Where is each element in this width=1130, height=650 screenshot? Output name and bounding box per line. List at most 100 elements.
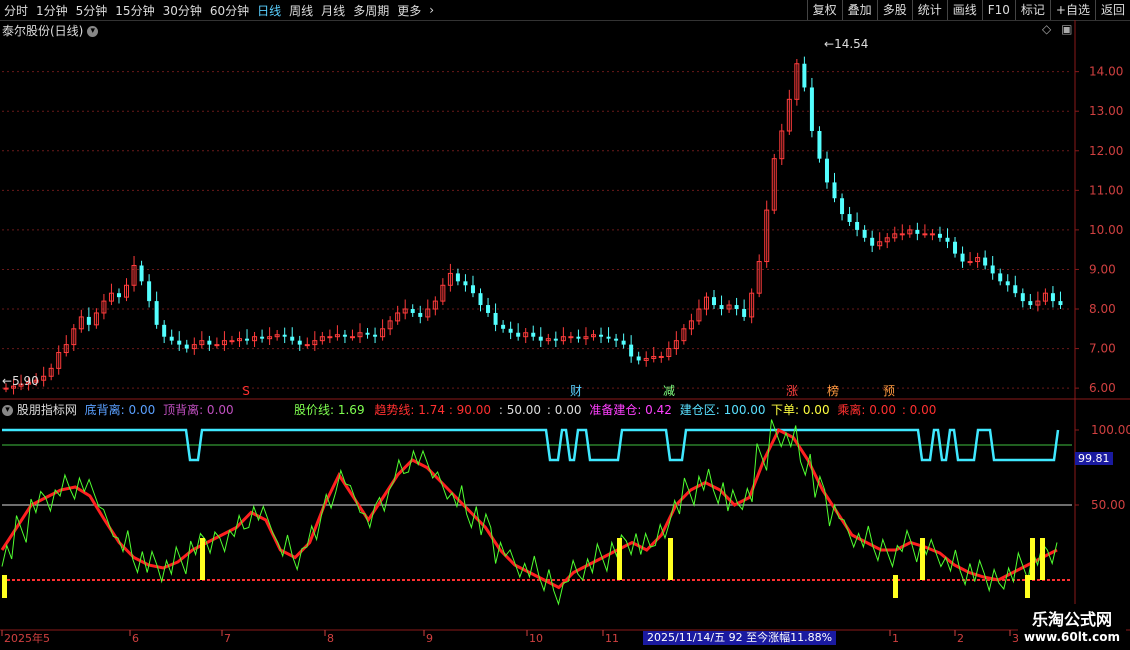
event-marker: 涨 xyxy=(786,383,798,398)
event-marker: 财 xyxy=(570,384,582,398)
candle-body xyxy=(229,340,235,343)
arrow-left-icon: ← xyxy=(824,37,835,51)
price-chart[interactable]: 14.00 13.00 12.00 11.00 10.00 9.00 8.00 7.00 6.0… xyxy=(0,20,1130,650)
period-list: 分时 1分钟 5分钟 15分钟 30分钟 60分钟 日线 周线 月线 多周期 更多 › xyxy=(0,0,438,20)
candle-body xyxy=(621,340,626,345)
site-watermark: 乐淘公式网 www.60lt.com xyxy=(1017,604,1126,646)
toolbar-button-6[interactable]: 标记 xyxy=(1014,0,1050,20)
indicator-values-row: 股价线: 1.69 趋势线: 1.74 : 90.00 : 50.00 : 0.… xyxy=(294,401,766,418)
candle-body xyxy=(1058,301,1063,306)
period-tab-7[interactable]: 周线 xyxy=(285,2,317,19)
diamond-icon[interactable]: ◇ xyxy=(1042,22,1051,36)
candle-body xyxy=(629,344,634,357)
period-tab-6[interactable]: 日线 xyxy=(253,2,285,19)
order-bar xyxy=(1040,538,1045,580)
watermark-title: 乐淘公式网 xyxy=(1031,610,1112,629)
chevron-down-icon[interactable]: ▾ xyxy=(87,26,99,37)
order-bar xyxy=(893,575,898,598)
indicator-tick-label: 100.00 xyxy=(1091,423,1130,437)
toolbar-button-2[interactable]: 多股 xyxy=(876,0,912,20)
order-bar xyxy=(668,538,673,580)
toolbar-button-7[interactable]: +自选 xyxy=(1049,0,1095,20)
indicator-name[interactable]: 股朋指标网 xyxy=(17,403,77,417)
candle-body xyxy=(162,324,167,337)
period-tab-9[interactable]: 多周期 xyxy=(349,2,393,19)
watermark-url: www.60lt.com xyxy=(1023,630,1120,644)
period-tab-3[interactable]: 15分钟 xyxy=(111,2,158,19)
period-tab-5[interactable]: 60分钟 xyxy=(206,2,253,19)
candle-body xyxy=(862,229,867,238)
toolbar-button-8[interactable]: 返回 xyxy=(1094,0,1130,20)
candle-body xyxy=(922,233,928,236)
leave2-value: : 0.00 xyxy=(901,403,937,417)
candle-body xyxy=(260,336,265,339)
price-tick-label: 6.00 xyxy=(1089,381,1116,395)
chevron-right-icon[interactable]: › xyxy=(425,3,438,17)
period-tab-10[interactable]: 更多 xyxy=(393,2,425,19)
candle-body xyxy=(606,336,611,339)
candle-body xyxy=(154,301,159,325)
candle-body xyxy=(855,221,860,230)
candle-body xyxy=(3,387,9,390)
candle-body xyxy=(245,338,250,341)
candle-body xyxy=(840,198,845,215)
toolbar-button-1[interactable]: 叠加 xyxy=(841,0,877,20)
candle-body xyxy=(983,257,988,266)
period-tab-1[interactable]: 1分钟 xyxy=(32,2,72,19)
date-label: 7 xyxy=(224,632,231,645)
candle-body xyxy=(147,281,152,302)
event-marker: S xyxy=(242,384,250,398)
toolbar-button-4[interactable]: 画线 xyxy=(946,0,982,20)
price-tick-label: 8.00 xyxy=(1089,302,1116,316)
price-tick-label: 9.00 xyxy=(1089,262,1116,276)
toolbar-button-3[interactable]: 统计 xyxy=(911,0,947,20)
date-info-box: 2025/11/14/五 92 至今涨幅11.88% xyxy=(643,631,837,645)
candle-body xyxy=(282,334,287,337)
panel-toggle-icon[interactable]: ▣ xyxy=(1061,22,1072,36)
candle-body xyxy=(455,273,460,282)
period-tab-4[interactable]: 30分钟 xyxy=(159,2,206,19)
period-tab-0[interactable]: 分时 xyxy=(0,2,32,19)
candle-body xyxy=(169,336,174,341)
candle-body xyxy=(214,344,220,347)
candle-body xyxy=(516,332,521,337)
line-50-value: : 50.00 xyxy=(498,403,542,417)
candle-body xyxy=(568,336,574,339)
candle-body xyxy=(177,340,182,345)
candle-body xyxy=(899,233,905,236)
price-tick-label: 14.00 xyxy=(1089,65,1123,79)
toolbar-button-5[interactable]: F10 xyxy=(981,0,1015,20)
candle-body xyxy=(418,312,423,317)
build-zone-value: 建仓区: 100.00 xyxy=(679,403,766,417)
candle-body xyxy=(538,336,543,341)
candle-body xyxy=(847,214,852,222)
period-tab-2[interactable]: 5分钟 xyxy=(72,2,112,19)
chevron-down-icon[interactable]: ▾ xyxy=(2,405,13,416)
line-0-value: : 0.00 xyxy=(546,403,582,417)
order-bar xyxy=(2,575,7,598)
chart-tools: ◇ ▣ xyxy=(1042,22,1072,36)
line-90-value: : 90.00 xyxy=(448,403,492,417)
date-label: 9 xyxy=(426,632,433,645)
candle-body xyxy=(742,309,747,317)
chart-title-wrap: 泰尔股份(日线) ▾ xyxy=(2,22,99,39)
candle-body xyxy=(960,253,965,262)
trend-line-value: 趋势线: 1.74 xyxy=(374,403,445,417)
candle-body xyxy=(945,237,950,242)
indicator-tick-label: 50.00 xyxy=(1091,498,1125,512)
prepare-value: 准备建仓: 0.42 xyxy=(589,403,672,417)
candle-body xyxy=(297,340,302,345)
candle-body xyxy=(870,237,875,246)
candle-body xyxy=(915,229,920,234)
event-marker: 预 xyxy=(883,384,895,398)
candle-body xyxy=(327,336,333,339)
period-tab-8[interactable]: 月线 xyxy=(317,2,349,19)
order-bar xyxy=(1030,538,1035,580)
toolbar-button-0[interactable]: 复权 xyxy=(806,0,842,20)
price-tick-label: 13.00 xyxy=(1089,104,1123,118)
candle-body xyxy=(929,233,935,236)
candle-body xyxy=(832,182,837,199)
candle-body xyxy=(734,305,739,310)
event-marker: 减 xyxy=(663,384,675,398)
indicator-values-row-2: 下单: 0.00 乘离: 0.00 : 0.00 xyxy=(771,401,936,418)
